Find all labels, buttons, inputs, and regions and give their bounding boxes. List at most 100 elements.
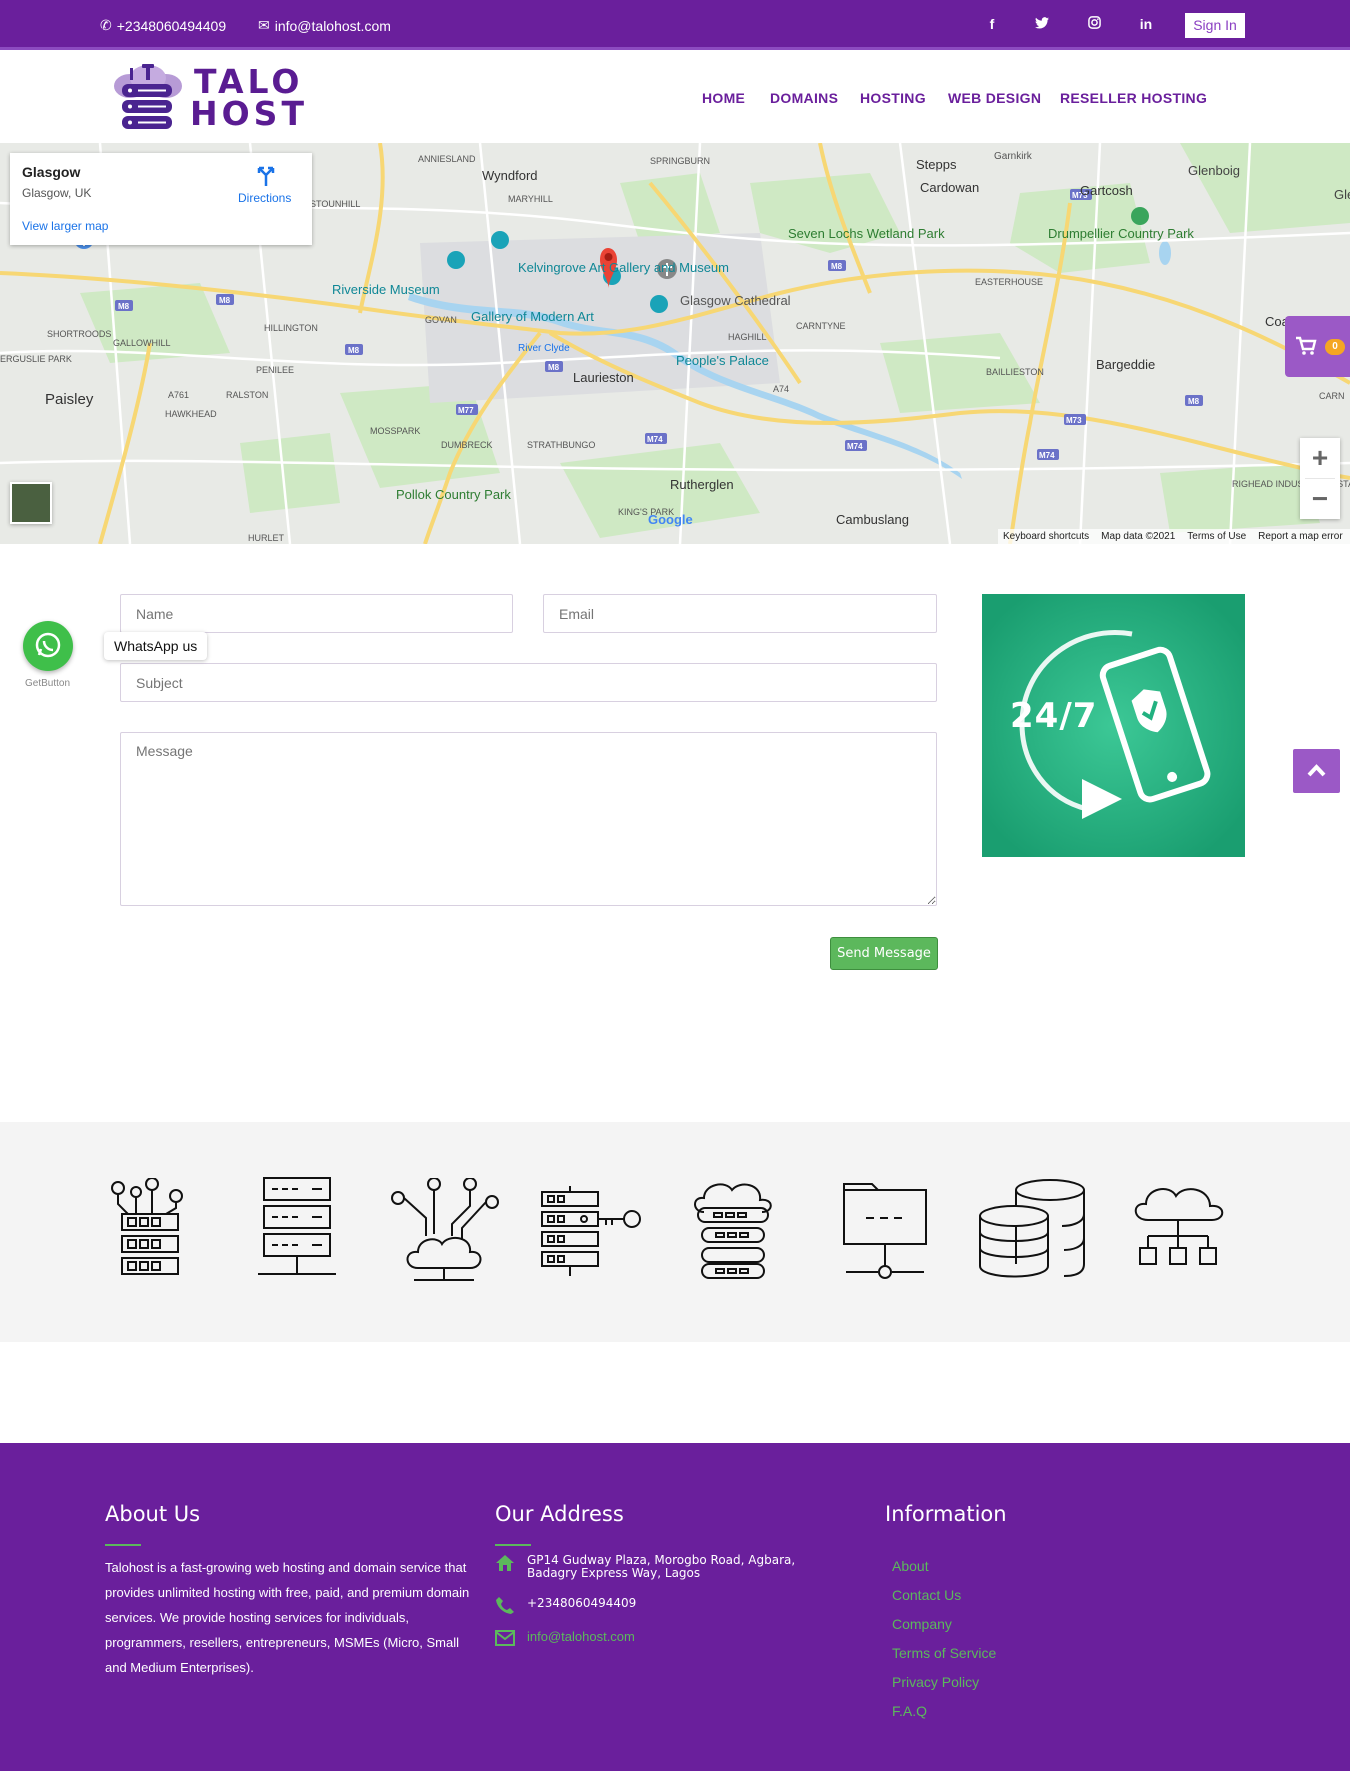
logo-text: TALO HOST [190,65,308,133]
instagram-icon[interactable] [1084,16,1104,32]
svg-text:M8: M8 [348,346,360,355]
google-logo: Google [648,512,693,527]
nav-web-design[interactable]: WEB DESIGN [948,90,1041,106]
email-input[interactable] [543,594,937,633]
terms-of-use-link[interactable]: Terms of Use [1187,531,1246,542]
server-circuit-icon [111,1178,183,1275]
cart-button[interactable]: 0 [1285,316,1350,377]
logo[interactable]: TALO HOST [110,64,310,134]
map-label: Glenboig [1188,163,1240,178]
map-label: STRATHBUNGO [527,440,595,450]
logo-line-2: HOST [190,94,308,133]
whatsapp-label[interactable]: WhatsApp us [104,632,208,660]
sign-in-button[interactable]: Sign In [1185,13,1245,38]
top-email[interactable]: ✉ info@talohost.com [258,17,391,34]
top-phone-text: +2348060494409 [116,17,227,34]
zoom-controls: + − [1300,438,1340,519]
zoom-in-button[interactable]: + [1300,438,1340,478]
map-label: Drumpellier Country Park [1048,226,1194,241]
chevron-up-icon [1307,764,1326,777]
map-label: GOVAN [425,315,457,325]
map-label: Cambuslang [836,512,909,527]
view-larger-map-link[interactable]: View larger map [22,219,108,233]
map-label: STOUNHILL [310,199,360,209]
svg-text:M74: M74 [647,435,663,444]
footer-link-terms[interactable]: Terms of Service [892,1645,996,1661]
map-label: SHORTROODS [47,329,111,339]
directions-icon[interactable] [255,165,277,187]
map-data-text: Map data ©2021 [1101,531,1176,542]
map-label: SPRINGBURN [650,156,710,166]
map-label: Stepps [916,157,957,172]
nav-reseller-hosting[interactable]: RESELLER HOSTING [1060,90,1207,106]
svg-text:M8: M8 [831,262,843,271]
nav-domains[interactable]: DOMAINS [770,90,838,106]
nav-hosting[interactable]: HOSTING [860,90,926,106]
top-email-text: info@talohost.com [274,17,391,34]
zoom-out-button[interactable]: − [1300,479,1340,519]
footer-phone: +2348060494409 [527,1596,637,1610]
map-label: MOSSPARK [370,426,420,436]
twitter-icon[interactable] [1032,16,1052,32]
envelope-icon [495,1630,515,1646]
footer-link-contact-us[interactable]: Contact Us [892,1587,961,1603]
map-label: Rutherglen [670,477,734,492]
footer-link-about[interactable]: About [892,1558,929,1574]
linkedin-icon[interactable]: in [1136,16,1156,32]
svg-text:M8: M8 [219,296,231,305]
site-footer: About Us Talohost is a fast-growing web … [0,1443,1350,1771]
svg-text:M8: M8 [548,363,560,372]
nav-home[interactable]: HOME [702,90,745,106]
send-message-button[interactable]: Send Message [830,937,938,970]
directions-link[interactable]: Directions [238,191,291,205]
map-label: DUMBRECK [441,440,493,450]
name-input[interactable] [120,594,513,633]
footer-link-company[interactable]: Company [892,1616,952,1632]
map-label: Seven Lochs Wetland Park [788,226,945,241]
svg-text:M77: M77 [458,406,474,415]
logo-server-icon [114,64,182,129]
map-label: Bargeddie [1096,357,1155,372]
footer-email[interactable]: info@talohost.com [527,1629,635,1644]
map-label: People's Palace [676,353,769,368]
site-header: TALO HOST HOME DOMAINS HOSTING WEB DESIG… [0,50,1350,143]
database-icon [979,1179,1085,1278]
server-key-icon [541,1186,641,1276]
phone-icon: ✆ [100,17,112,33]
map-place-card: Glasgow Glasgow, UK View larger map Dire… [10,153,312,245]
message-textarea[interactable] [120,732,937,906]
whatsapp-button[interactable] [23,621,73,671]
map-label: Riverside Museum [332,282,440,297]
address-text: GP14 Gudway Plaza, Morogbo Road, Agbara,… [527,1553,796,1580]
map-label: HILLINGTON [264,323,318,333]
whatsapp-icon [35,632,61,658]
information-title: Information [885,1502,1007,1526]
footer-link-faq[interactable]: F.A.Q [892,1703,927,1719]
map-label: Wyndford [482,168,538,183]
svg-text:M8: M8 [1188,397,1200,406]
map-label: HURLET [248,533,285,543]
svg-text:M73: M73 [1066,416,1082,425]
about-divider [105,1544,141,1546]
address-row: GP14 Gudway Plaza, Morogbo Road, Agbara,… [495,1554,835,1580]
footer-link-privacy[interactable]: Privacy Policy [892,1674,979,1690]
scroll-to-top-button[interactable] [1293,749,1340,793]
address-divider [495,1544,531,1546]
subject-input[interactable] [120,663,937,702]
phone-row: +2348060494409 [495,1596,636,1614]
support-promo-image: 24/7 [982,594,1245,857]
facebook-icon[interactable]: f [982,16,1002,32]
svg-text:M74: M74 [847,442,863,451]
top-phone[interactable]: ✆ +2348060494409 [100,17,226,34]
getbutton-brand[interactable]: GetButton [25,678,70,689]
cloud-server-icon [694,1183,772,1279]
embedded-map[interactable]: M8 M8 M8 M8 M8 M8 M73 M73 M74 M74 M74 M7… [0,143,1350,544]
report-map-error-link[interactable]: Report a map error [1258,531,1342,542]
map-label: MARYHILL [508,194,553,204]
cloud-network-icon [391,1178,499,1281]
map-place-address: Glasgow, UK [22,186,92,200]
map-label: Laurieston [573,370,634,385]
map-label: HAWKHEAD [165,409,217,419]
satellite-toggle[interactable] [10,482,52,524]
keyboard-shortcuts-link[interactable]: Keyboard shortcuts [1003,531,1089,542]
